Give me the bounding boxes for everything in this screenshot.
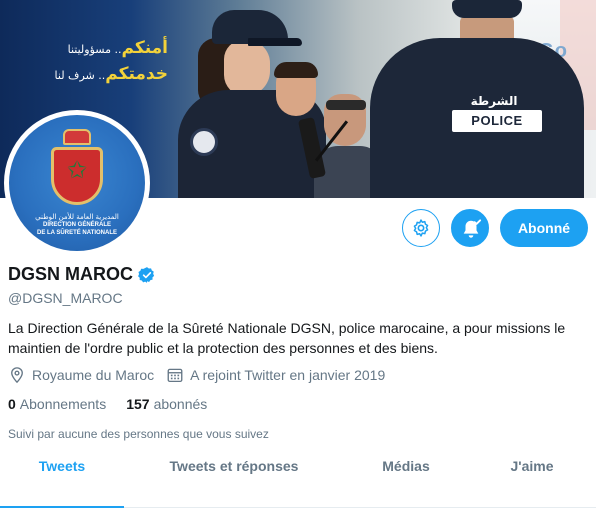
- profile-handle: @DGSN_MAROC: [8, 290, 123, 306]
- gear-icon: [413, 219, 429, 237]
- location-item: Royaume du Maroc: [8, 366, 154, 384]
- logo-arabic-text: المديرية العامة للأمن الوطني: [35, 213, 119, 221]
- logo-line2: DE LA SÛRETÉ NATIONALE: [36, 230, 117, 236]
- profile-avatar[interactable]: ✩ المديرية العامة للأمن الوطني DIRECTION…: [4, 110, 150, 256]
- calendar-icon: [167, 368, 183, 383]
- location-text: Royaume du Maroc: [32, 367, 155, 383]
- shoulder-badge-icon: [190, 128, 218, 156]
- banner-male-officer: الشرطة POLICE: [370, 0, 584, 198]
- notifications-button[interactable]: [451, 209, 489, 247]
- following-count: 0: [8, 396, 16, 412]
- tab-media[interactable]: Médias: [344, 458, 468, 508]
- verified-badge-icon: [138, 266, 155, 283]
- slogan-line1-white: .. مسؤوليتنا: [67, 43, 122, 56]
- display-name: DGSN MAROC: [8, 264, 133, 284]
- banner-slogan: أمنكم.. مسؤوليتنا خدمتكم.. شرف لنا: [8, 36, 168, 88]
- following-count-link[interactable]: 0 Abonnements: [8, 396, 106, 412]
- crest-icon: ✩: [47, 129, 107, 211]
- police-patch-arabic: الشرطة: [470, 94, 518, 108]
- star-icon: ✩: [66, 157, 88, 184]
- profile-name-row: DGSN MAROC: [8, 264, 156, 285]
- logo-line1: DIRECTION GÉNÉRALE: [42, 222, 111, 228]
- police-patch: POLICE: [452, 110, 542, 132]
- dgsn-logo: ✩ المديرية العامة للأمن الوطني DIRECTION…: [9, 115, 145, 251]
- slogan-line2-gold: خدمتكم: [105, 64, 168, 84]
- following-button[interactable]: Abonné: [500, 209, 588, 247]
- profile-tabs: Tweets Tweets et réponses Médias J'aime: [0, 458, 596, 508]
- tab-tweets-and-replies[interactable]: Tweets et réponses: [124, 458, 344, 508]
- profile-settings-button[interactable]: [402, 209, 440, 247]
- slogan-line1-gold: أمنكم: [121, 38, 168, 58]
- followers-count-link[interactable]: 157 abonnés: [126, 396, 207, 412]
- following-label: Abonnements: [19, 396, 107, 412]
- joined-item: A rejoint Twitter en janvier 2019: [166, 366, 385, 384]
- profile-meta: Royaume du Maroc A rejoint Twitter en ja…: [8, 366, 397, 384]
- profile-counts: 0 Abonnements 157 abonnés: [8, 396, 227, 412]
- profile-bio: La Direction Générale de la Sûreté Natio…: [8, 320, 566, 356]
- location-pin-icon: [11, 367, 23, 384]
- bell-check-icon: [463, 219, 482, 238]
- followers-count: 157: [126, 396, 150, 412]
- followed-by-text: Suivi par aucune des personnes que vous …: [8, 427, 269, 441]
- tab-tweets[interactable]: Tweets: [0, 458, 124, 508]
- crown-icon: [63, 129, 91, 145]
- tab-likes[interactable]: J'aime: [468, 458, 596, 508]
- logo-text: المديرية العامة للأمن الوطني DIRECTION G…: [9, 213, 145, 237]
- followers-label: abonnés: [153, 396, 208, 412]
- joined-text: A rejoint Twitter en janvier 2019: [190, 367, 386, 383]
- slogan-line2-white: .. شرف لنا: [54, 69, 106, 82]
